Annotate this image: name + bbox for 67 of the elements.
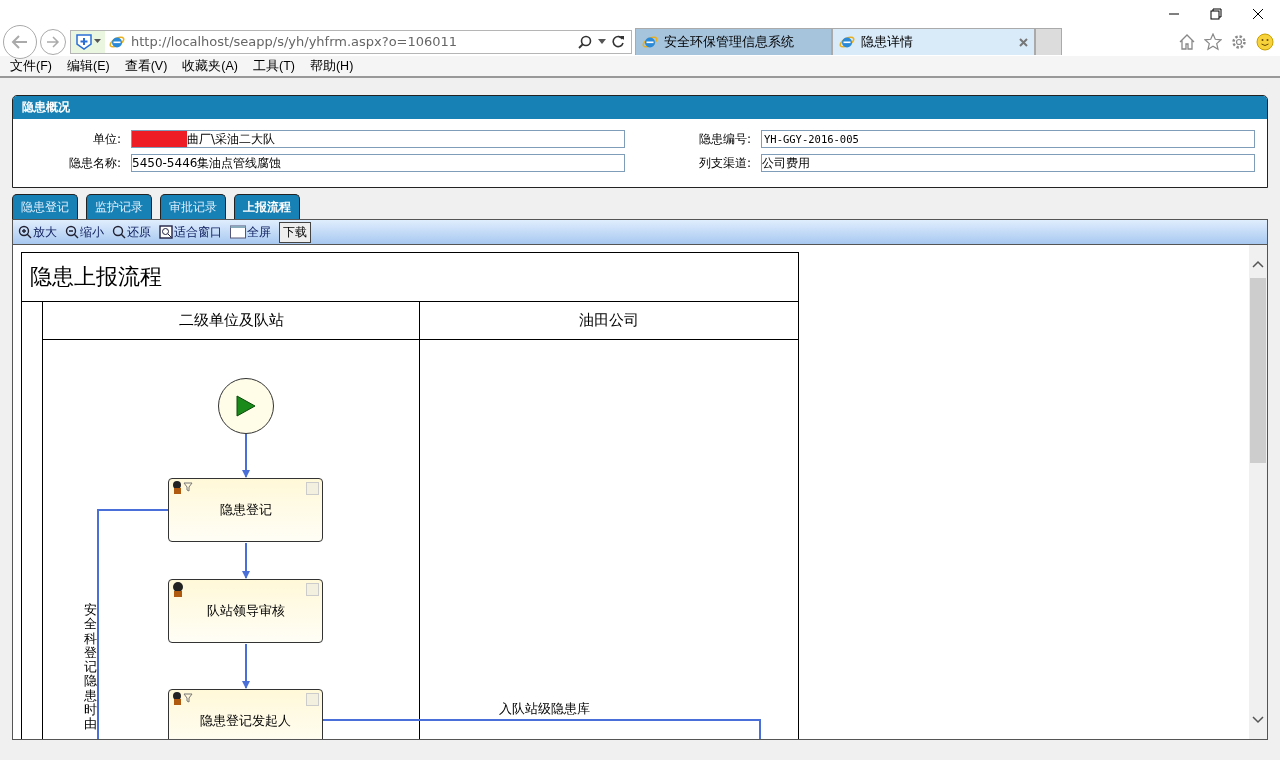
task-type-icon xyxy=(306,693,319,706)
dropdown-icon[interactable] xyxy=(598,39,606,44)
lane-header: 二级单位及队站 xyxy=(178,311,284,330)
field-label: 列支渠道: xyxy=(697,154,752,172)
user-icon xyxy=(172,581,184,597)
task-label: 隐患登记发起人 xyxy=(200,712,291,730)
search-icon xyxy=(112,225,126,239)
flow-arrow xyxy=(242,643,250,689)
tab[interactable]: 上报流程 xyxy=(234,194,300,219)
flow-arrow xyxy=(242,542,250,579)
text-field[interactable]: 5450-5446集油点管线腐蚀 xyxy=(131,154,625,172)
shield-plus-icon xyxy=(75,32,93,51)
task-type-icon xyxy=(306,583,319,596)
text-field[interactable]: 公司费用 xyxy=(761,154,1255,172)
text-field[interactable]: YH-GGY-2016-005 xyxy=(761,130,1255,148)
menu-item[interactable]: 文件(F) xyxy=(4,57,61,75)
fit-window-icon xyxy=(159,225,173,239)
home-icon[interactable] xyxy=(1178,32,1196,51)
ie-logo-icon xyxy=(109,33,125,50)
search-icon[interactable] xyxy=(578,34,592,49)
menu-item[interactable]: 工具(T) xyxy=(247,57,304,75)
edge-label: 安全科登记隐患时由 xyxy=(84,603,97,732)
menu-item[interactable]: 查看(V) xyxy=(118,57,177,75)
text-field[interactable]: 曲厂\采油二大队 xyxy=(131,130,625,148)
flow-arrow xyxy=(242,433,250,478)
ie-icon xyxy=(642,34,658,50)
user-filter-icon xyxy=(172,480,194,494)
caret-icon xyxy=(94,39,101,44)
toolbar-button[interactable]: 放大 xyxy=(18,223,57,241)
play-icon xyxy=(236,395,256,417)
task-type-icon xyxy=(306,482,319,495)
tab[interactable]: 监护记录 xyxy=(86,194,152,219)
field-label: 隐患编号: xyxy=(697,130,752,148)
panel-title: 隐患概况 xyxy=(13,96,1267,119)
task-label: 隐患登记 xyxy=(219,501,272,519)
lane-header: 油田公司 xyxy=(579,311,639,330)
tab[interactable]: 隐患登记 xyxy=(12,194,78,219)
compat-view-button[interactable] xyxy=(71,30,105,53)
back-arrow-icon xyxy=(10,33,30,50)
field-label: 单位: xyxy=(91,130,122,148)
scrollbar[interactable] xyxy=(1249,245,1267,739)
close-icon[interactable] xyxy=(1252,7,1264,20)
zoom-in-icon xyxy=(18,225,32,239)
zoom-out-icon xyxy=(65,225,79,239)
menu-item[interactable]: 帮助(H) xyxy=(303,57,363,75)
window-icon xyxy=(230,225,246,239)
tab[interactable]: 审批记录 xyxy=(160,194,226,219)
diagram-title: 隐患上报流程 xyxy=(30,263,162,291)
download-button[interactable]: 下载 xyxy=(279,221,311,243)
menu-item[interactable]: 编辑(E) xyxy=(60,57,119,75)
toolbar-button[interactable]: 适合窗口 xyxy=(159,223,222,241)
menu-item[interactable]: 收藏夹(A) xyxy=(176,57,247,75)
browser-tab[interactable]: 隐患详情 xyxy=(832,28,1035,55)
forward-arrow-icon xyxy=(46,35,60,48)
restore-icon[interactable] xyxy=(1210,7,1222,20)
toolbar-button[interactable]: 缩小 xyxy=(65,223,104,241)
user-filter-icon xyxy=(172,691,194,705)
field-label: 隐患名称: xyxy=(67,154,122,172)
toolbar-button[interactable]: 还原 xyxy=(112,223,151,241)
edge-label: 入队站级隐患库 xyxy=(499,701,590,718)
task-label: 队站领导审核 xyxy=(206,602,285,620)
browser-tab[interactable]: 安全环保管理信息系统 xyxy=(635,28,832,55)
smiley-icon[interactable] xyxy=(1256,32,1274,51)
star-icon[interactable] xyxy=(1204,32,1222,51)
ie-icon xyxy=(839,34,855,50)
refresh-icon[interactable] xyxy=(612,35,625,48)
toolbar-button[interactable]: 全屏 xyxy=(230,223,271,241)
